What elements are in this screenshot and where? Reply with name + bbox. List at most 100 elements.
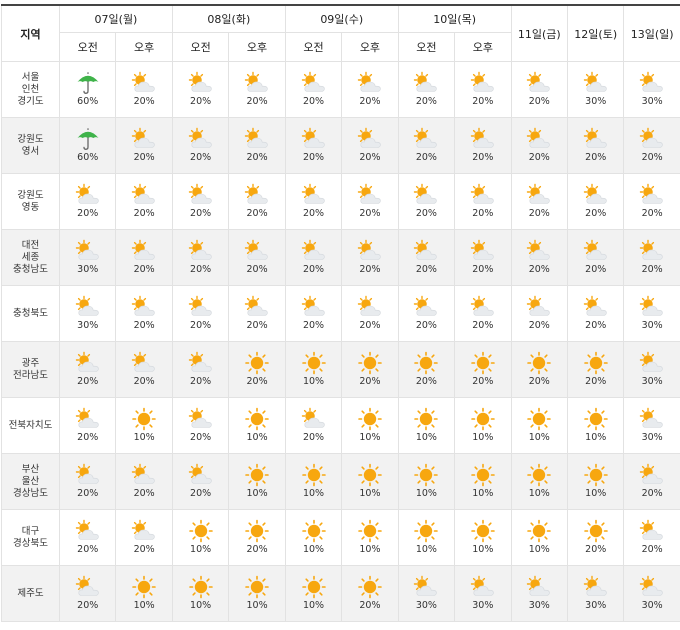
pm-header: 오후 (455, 33, 511, 62)
partly-cloudy-icon (357, 71, 383, 95)
precipitation-percent: 10% (116, 432, 171, 444)
forecast-cell: 10% (568, 398, 624, 454)
partly-cloudy-icon (301, 407, 327, 431)
precipitation-percent: 20% (60, 376, 115, 388)
precipitation-percent: 20% (229, 544, 284, 556)
forecast-row: 대전 세종 충청남도30%20%20%20%20%20%20%20%20%20%… (2, 230, 680, 286)
precipitation-percent: 20% (116, 96, 171, 108)
partly-cloudy-icon (75, 239, 101, 263)
precipitation-percent: 20% (512, 152, 567, 164)
forecast-cell: 20% (116, 230, 172, 286)
forecast-cell: 20% (624, 118, 680, 174)
day-header: 10일(목) (398, 5, 511, 33)
forecast-cell: 10% (568, 454, 624, 510)
sun-icon (413, 407, 439, 431)
forecast-cell: 30% (624, 342, 680, 398)
partly-cloudy-icon (413, 295, 439, 319)
sun-icon (188, 519, 214, 543)
forecast-cell: 20% (116, 342, 172, 398)
partly-cloudy-icon (188, 127, 214, 151)
partly-cloudy-icon (131, 519, 157, 543)
partly-cloudy-icon (131, 351, 157, 375)
partly-cloudy-icon (583, 295, 609, 319)
forecast-cell: 20% (511, 286, 567, 342)
precipitation-percent: 60% (60, 96, 115, 108)
partly-cloudy-icon (131, 295, 157, 319)
precipitation-percent: 10% (512, 544, 567, 556)
precipitation-percent: 20% (399, 320, 454, 332)
sun-icon (583, 519, 609, 543)
forecast-cell: 20% (229, 342, 285, 398)
sun-icon (583, 351, 609, 375)
forecast-cell: 20% (568, 174, 624, 230)
precipitation-percent: 20% (60, 600, 115, 612)
precipitation-percent: 20% (116, 264, 171, 276)
precipitation-percent: 20% (60, 488, 115, 500)
precipitation-percent: 20% (60, 544, 115, 556)
forecast-cell: 20% (624, 174, 680, 230)
partly-cloudy-icon (244, 239, 270, 263)
precipitation-percent: 10% (399, 432, 454, 444)
forecast-cell: 30% (568, 62, 624, 118)
precipitation-percent: 20% (455, 152, 510, 164)
precipitation-percent: 20% (60, 208, 115, 220)
precipitation-percent: 20% (286, 152, 341, 164)
precipitation-percent: 20% (455, 320, 510, 332)
forecast-cell: 20% (398, 230, 454, 286)
precipitation-percent: 10% (399, 544, 454, 556)
forecast-cell: 20% (455, 342, 511, 398)
forecast-cell: 30% (398, 566, 454, 622)
precipitation-percent: 20% (286, 320, 341, 332)
forecast-cell: 20% (60, 566, 116, 622)
precipitation-percent: 10% (229, 488, 284, 500)
partly-cloudy-icon (639, 351, 665, 375)
precipitation-percent: 10% (342, 432, 397, 444)
partly-cloudy-icon (75, 519, 101, 543)
precipitation-percent: 20% (173, 488, 228, 500)
forecast-cell: 10% (172, 566, 228, 622)
precipitation-percent: 10% (455, 488, 510, 500)
precipitation-percent: 20% (568, 320, 623, 332)
sun-icon (301, 351, 327, 375)
precipitation-percent: 10% (286, 376, 341, 388)
precipitation-percent: 10% (568, 432, 623, 444)
partly-cloudy-icon (301, 127, 327, 151)
precipitation-percent: 20% (342, 152, 397, 164)
precipitation-percent: 20% (173, 432, 228, 444)
forecast-cell: 20% (229, 62, 285, 118)
partly-cloudy-icon (301, 183, 327, 207)
precipitation-percent: 20% (342, 600, 397, 612)
precipitation-percent: 20% (286, 432, 341, 444)
forecast-cell: 30% (60, 230, 116, 286)
precipitation-percent: 10% (286, 488, 341, 500)
forecast-cell: 20% (172, 454, 228, 510)
forecast-cell: 20% (229, 286, 285, 342)
forecast-row: 전북자치도20%10%20%10%20%10%10%10%10%10%30% (2, 398, 680, 454)
partly-cloudy-icon (357, 127, 383, 151)
partly-cloudy-icon (244, 71, 270, 95)
sun-icon (357, 519, 383, 543)
sun-icon (244, 575, 270, 599)
sun-icon (470, 407, 496, 431)
region-name: 부산 울산 경상남도 (2, 454, 60, 510)
precipitation-percent: 20% (173, 208, 228, 220)
forecast-cell: 20% (172, 62, 228, 118)
sun-icon (357, 463, 383, 487)
forecast-cell: 20% (342, 566, 398, 622)
precipitation-percent: 10% (173, 544, 228, 556)
forecast-row: 대구 경상북도20%20%10%20%10%10%10%10%10%20%20% (2, 510, 680, 566)
forecast-cell: 10% (116, 566, 172, 622)
precipitation-percent: 20% (229, 376, 284, 388)
precipitation-percent: 20% (568, 152, 623, 164)
precipitation-percent: 20% (286, 208, 341, 220)
precipitation-percent: 20% (399, 152, 454, 164)
partly-cloudy-icon (301, 71, 327, 95)
partly-cloudy-icon (583, 183, 609, 207)
partly-cloudy-icon (188, 463, 214, 487)
precipitation-percent: 10% (286, 544, 341, 556)
forecast-cell: 20% (511, 342, 567, 398)
region-name: 광주 전라남도 (2, 342, 60, 398)
region-name: 대전 세종 충청남도 (2, 230, 60, 286)
forecast-cell: 20% (398, 342, 454, 398)
forecast-cell: 20% (342, 286, 398, 342)
